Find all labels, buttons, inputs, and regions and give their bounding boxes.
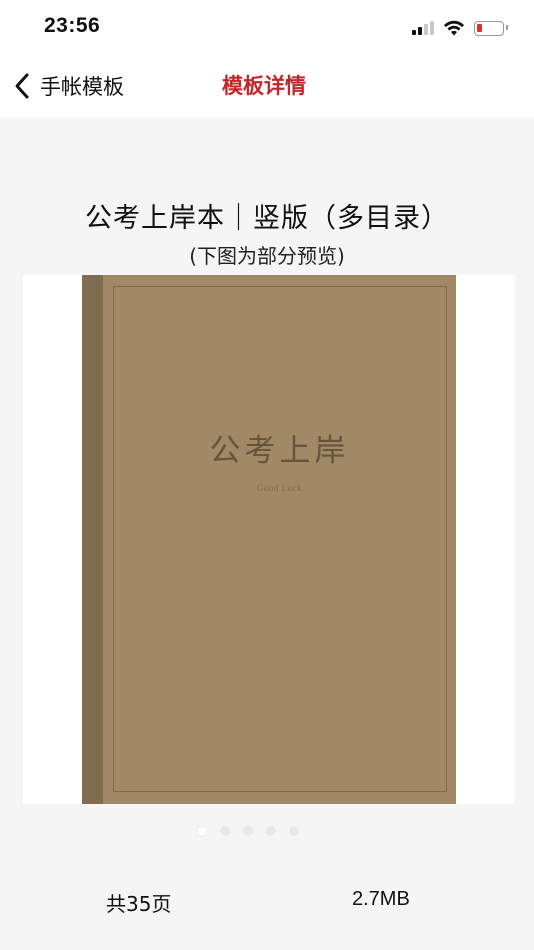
page-count: 共35页 bbox=[106, 892, 172, 916]
cover-subtitle: Good Luck bbox=[256, 483, 303, 493]
status-time: 23:56 bbox=[44, 14, 101, 37]
template-subtitle: (下图为部分预览) bbox=[189, 244, 345, 268]
carousel-dot[interactable] bbox=[220, 826, 230, 836]
cellular-signal-icon bbox=[412, 21, 434, 35]
battery-level bbox=[477, 23, 482, 32]
template-cover-image[interactable]: 公考上岸 Good Luck bbox=[82, 275, 456, 804]
status-icons bbox=[412, 17, 508, 39]
back-label: 手帐模板 bbox=[40, 75, 124, 99]
back-button[interactable]: 手帐模板 bbox=[12, 66, 124, 106]
template-title: 公考上岸本｜竖版（多目录） bbox=[85, 203, 449, 234]
file-size: 2.7MB bbox=[352, 888, 410, 910]
cover-spine bbox=[82, 275, 103, 804]
wifi-icon bbox=[444, 20, 464, 36]
cover-title: 公考上岸 bbox=[209, 433, 350, 469]
status-bar: 23:56 bbox=[0, 0, 534, 56]
carousel-dot[interactable] bbox=[243, 826, 253, 836]
template-detail-screen: 23:56 手帐模板 模板详情 公考上岸本｜竖版（多目录） (下图为部分预览) … bbox=[0, 0, 534, 950]
page-title-text: 模板详情 bbox=[222, 74, 306, 98]
preview-carousel[interactable]: 公考上岸 Good Luck bbox=[23, 275, 515, 804]
navigation-bar: 手帐模板 模板详情 bbox=[0, 56, 534, 118]
cover-frame bbox=[113, 286, 447, 792]
carousel-dot[interactable] bbox=[289, 826, 299, 836]
battery-icon bbox=[474, 20, 508, 36]
chevron-left-icon bbox=[15, 73, 29, 99]
carousel-dot[interactable] bbox=[266, 826, 276, 836]
carousel-pagination bbox=[0, 826, 534, 838]
template-info-row: 共35页 2.7MB bbox=[0, 888, 534, 916]
carousel-dot[interactable] bbox=[197, 826, 207, 836]
main-content: 公考上岸本｜竖版（多目录） (下图为部分预览) 公考上岸 Good Luck 共… bbox=[0, 118, 534, 950]
